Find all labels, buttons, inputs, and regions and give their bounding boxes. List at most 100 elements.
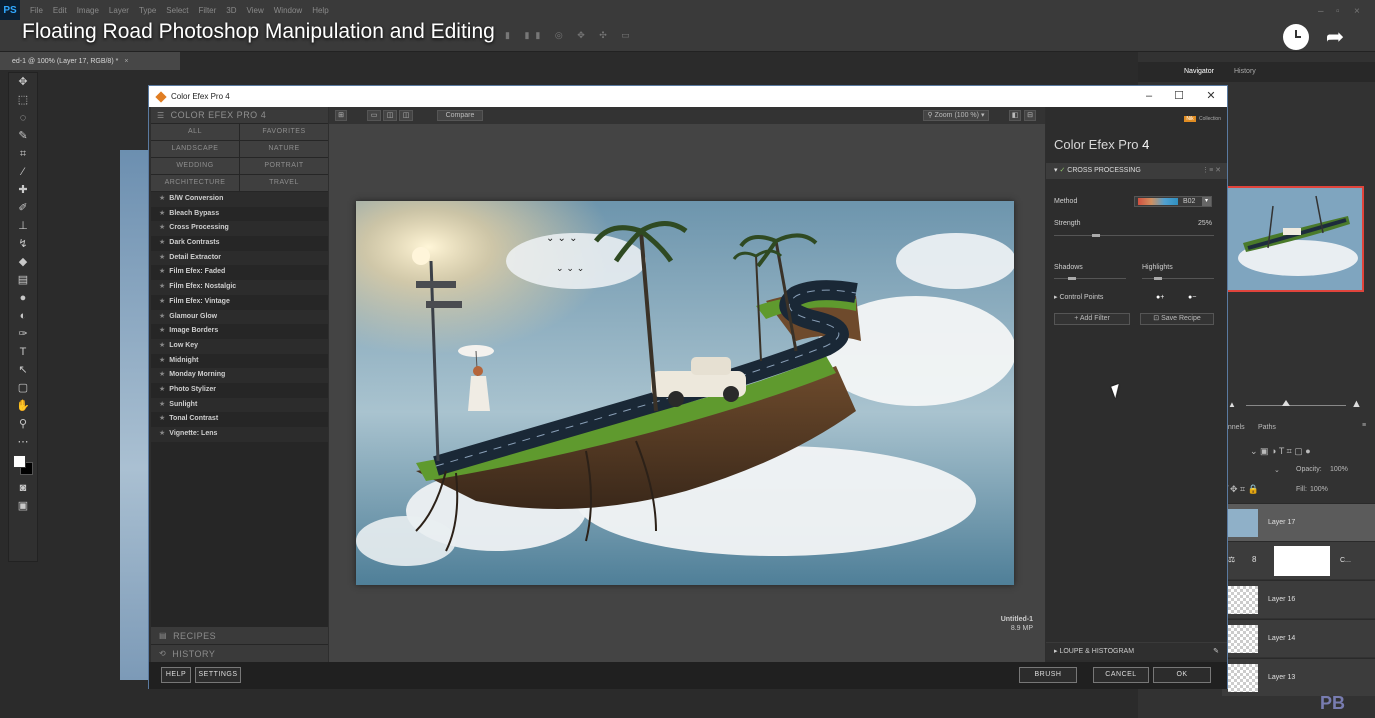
filter-item[interactable]: ★ B/W Conversion <box>151 192 328 207</box>
document-tab[interactable]: ed-1 @ 100% (Layer 17, RGB/8) * × <box>0 52 180 70</box>
hand-tool-icon[interactable]: ✋ <box>9 397 37 415</box>
remove-filter-icon[interactable]: ⋮≡ ✕ <box>1202 163 1221 179</box>
filter-item[interactable]: ★ Glamour Glow <box>151 309 328 325</box>
menu-image[interactable]: Image <box>77 6 99 15</box>
category-all[interactable]: ALL <box>151 124 239 140</box>
strength-slider[interactable] <box>1054 235 1214 236</box>
share-icon[interactable]: ➦ <box>1322 24 1348 50</box>
zoom-knob[interactable] <box>1282 400 1290 406</box>
menu-filter[interactable]: Filter <box>199 6 217 15</box>
expand-icon[interactable]: ▸ <box>1054 648 1058 655</box>
checkmark-icon[interactable]: ✓ <box>1059 167 1065 174</box>
filter-item[interactable]: ★ Vignette: Lens <box>151 427 328 442</box>
star-icon[interactable]: ★ <box>159 386 165 393</box>
active-filter-header[interactable]: ▾ ✓ CROSS PROCESSING ⋮≡ ✕ <box>1046 163 1227 179</box>
category-nature[interactable]: NATURE <box>240 141 328 157</box>
category-portrait[interactable]: PORTRAIT <box>240 158 328 174</box>
menu-view[interactable]: View <box>247 6 264 15</box>
history-brush-tool-icon[interactable]: ↯ <box>9 235 37 253</box>
quick-mask-icon[interactable]: ◙ <box>9 479 37 497</box>
ok-button[interactable]: OK <box>1153 667 1211 683</box>
layer-filter-icons[interactable]: ⌄ ▣ ◑ T ⌗ ▢ ● <box>1250 446 1311 457</box>
zoom-track[interactable] <box>1246 405 1346 406</box>
background-color-icon[interactable]: ◧ <box>1009 110 1021 121</box>
control-points-row[interactable]: ▸ Control Points ●+ ●− <box>1046 290 1227 306</box>
navigator-thumbnail[interactable] <box>1226 186 1364 292</box>
menu-3d[interactable]: 3D <box>226 6 236 15</box>
zoom-tool-icon[interactable]: ⚲ <box>9 415 37 433</box>
star-icon[interactable]: ★ <box>159 313 165 320</box>
star-icon[interactable]: ★ <box>159 224 165 231</box>
filter-item[interactable]: ★ Monday Morning <box>151 368 328 383</box>
layer-row[interactable]: ⚖ 8 C... <box>1222 541 1375 579</box>
screen-mode-icon[interactable]: ▣ <box>9 497 37 515</box>
star-icon[interactable]: ★ <box>159 254 165 261</box>
options-bar-icons[interactable]: ▮ ▮▮ ◎ ✥ ✣ ▭ <box>505 30 636 41</box>
brush-tool-icon[interactable]: ✐ <box>9 199 37 217</box>
menu-type[interactable]: Type <box>139 6 156 15</box>
star-icon[interactable]: ★ <box>159 430 165 437</box>
filter-item[interactable]: ★ Film Efex: Nostalgic <box>151 280 328 295</box>
minimize-icon[interactable]: – <box>1135 86 1163 107</box>
zoom-out-icon[interactable]: ▲ <box>1228 400 1236 409</box>
filter-item[interactable]: ★ Film Efex: Faded <box>151 265 328 281</box>
add-filter-button[interactable]: + Add Filter <box>1054 313 1130 325</box>
fill-value[interactable]: 100% <box>1310 486 1328 493</box>
filter-item[interactable]: ★ Photo Stylizer <box>151 382 328 398</box>
method-select[interactable]: B02 ▾ <box>1134 196 1212 207</box>
tab-paths[interactable]: Paths <box>1258 424 1276 431</box>
menu-file[interactable]: File <box>30 6 43 15</box>
preview-image[interactable]: ⌄ ⌄ ⌄ ⌄ ⌄ ⌄ <box>356 201 1014 585</box>
category-architecture[interactable]: ARCHITECTURE <box>151 175 239 191</box>
help-button[interactable]: HELP <box>161 667 191 683</box>
star-icon[interactable]: ★ <box>159 195 165 202</box>
menu-select[interactable]: Select <box>166 6 188 15</box>
healing-tool-icon[interactable]: ✚ <box>9 181 37 199</box>
star-icon[interactable]: ★ <box>159 298 165 305</box>
quick-select-tool-icon[interactable]: ✎ <box>9 127 37 145</box>
tab-history[interactable]: History <box>1234 68 1256 75</box>
stamp-tool-icon[interactable]: ⊥ <box>9 217 37 235</box>
opacity-dropdown[interactable]: ⌄ <box>1274 466 1280 474</box>
layer-row[interactable]: Layer 13 <box>1222 658 1375 696</box>
star-icon[interactable]: ★ <box>159 283 165 290</box>
star-icon[interactable]: ★ <box>159 239 165 246</box>
lasso-tool-icon[interactable]: ◌ <box>9 109 37 127</box>
add-control-point-icon[interactable]: ●+ <box>1156 290 1164 306</box>
close-tab-icon[interactable]: × <box>124 58 128 65</box>
maximize-icon[interactable]: ☐ <box>1165 86 1193 107</box>
preview-area[interactable]: ⌄ ⌄ ⌄ ⌄ ⌄ ⌄ Untitled-1 8.9 MP <box>329 124 1045 662</box>
category-wedding[interactable]: WEDDING <box>151 158 239 174</box>
pin-icon[interactable]: ✎ <box>1213 643 1219 661</box>
ps-restore-icon[interactable]: ▫ <box>1336 6 1340 17</box>
shadows-slider[interactable] <box>1054 278 1126 279</box>
path-select-tool-icon[interactable]: ↖ <box>9 361 37 379</box>
opacity-value[interactable]: 100% <box>1330 466 1348 473</box>
star-icon[interactable]: ★ <box>159 342 165 349</box>
menu-window[interactable]: Window <box>274 6 302 15</box>
shape-tool-icon[interactable]: ▢ <box>9 379 37 397</box>
category-travel[interactable]: TRAVEL <box>240 175 328 191</box>
highlights-slider[interactable] <box>1142 278 1214 279</box>
close-icon[interactable]: ✕ <box>1197 86 1225 107</box>
crop-tool-icon[interactable]: ⌗ <box>9 145 37 163</box>
settings-button[interactable]: SETTINGS <box>195 667 241 683</box>
menu-edit[interactable]: Edit <box>53 6 67 15</box>
highlights-slider-knob[interactable] <box>1154 277 1162 280</box>
star-icon[interactable]: ★ <box>159 357 165 364</box>
ps-minimize-icon[interactable]: – <box>1318 6 1324 17</box>
color-swatches[interactable] <box>9 451 37 479</box>
history-section[interactable]: ⟲ HISTORY <box>151 645 328 662</box>
star-icon[interactable]: ★ <box>159 210 165 217</box>
cancel-button[interactable]: CANCEL <box>1093 667 1149 683</box>
panel-menu-icon[interactable]: ≡ <box>1362 422 1366 429</box>
filter-item[interactable]: ★ Film Efex: Vintage <box>151 294 328 310</box>
filter-item[interactable]: ★ Sunlight <box>151 397 328 413</box>
ps-close-icon[interactable]: × <box>1354 6 1360 17</box>
zoom-dropdown[interactable]: ⚲ Zoom (100 %) ▾ <box>923 110 989 121</box>
layer-row[interactable]: Layer 14 <box>1222 619 1375 657</box>
filter-item[interactable]: ★ Cross Processing <box>151 221 328 237</box>
star-icon[interactable]: ★ <box>159 371 165 378</box>
layer-row[interactable]: Layer 17 <box>1222 503 1375 541</box>
menu-layer[interactable]: Layer <box>109 6 129 15</box>
